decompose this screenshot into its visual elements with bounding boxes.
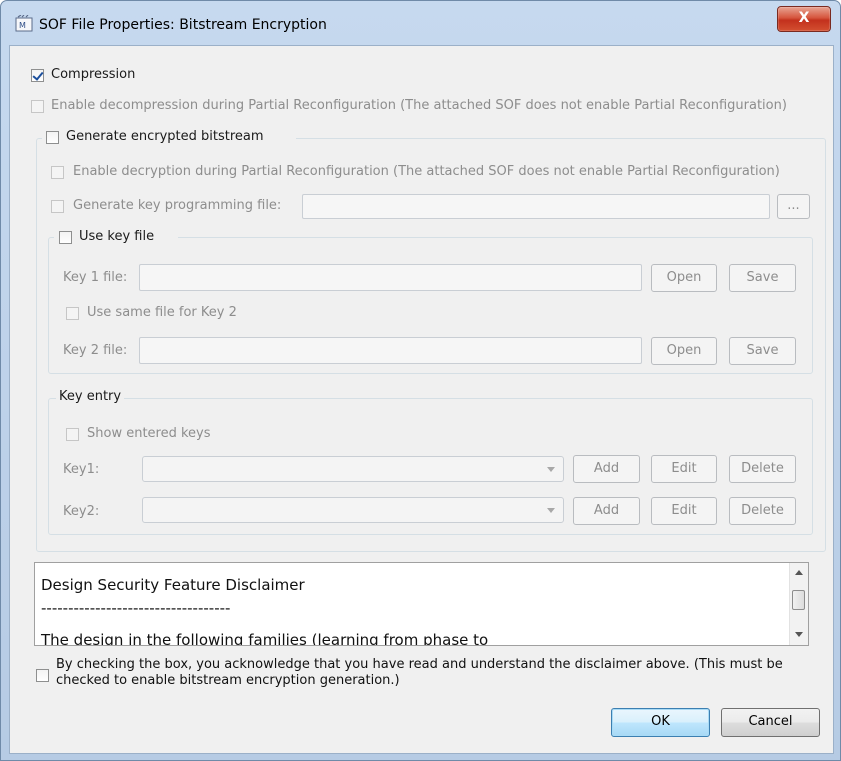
window-title: SOF File Properties: Bitstream Encryptio…	[39, 17, 327, 33]
use-key-file-checkbox[interactable]	[59, 231, 72, 244]
disclaimer-textarea[interactable]: Design Security Feature Disclaimer -----…	[34, 562, 809, 646]
show-keys-checkbox[interactable]	[66, 428, 79, 441]
close-button[interactable]: X	[777, 6, 831, 32]
key2-label: Key2:	[63, 504, 100, 519]
enable-decompression-checkbox[interactable]	[31, 100, 44, 113]
key1-file-field[interactable]	[139, 264, 642, 291]
key2-open-button[interactable]: Open	[651, 337, 717, 365]
key1-file-label: Key 1 file:	[63, 270, 128, 285]
key2-edit-button[interactable]: Edit	[651, 497, 717, 525]
key1-edit-button[interactable]: Edit	[651, 455, 717, 483]
enable-decryption-label: Enable decryption during Partial Reconfi…	[73, 164, 780, 179]
key-entry-legend: Key entry	[56, 389, 125, 404]
disclaimer-title: Design Security Feature Disclaimer	[41, 576, 305, 594]
dialog-body: Compression Enable decompression during …	[9, 45, 834, 754]
compression-label[interactable]: Compression	[51, 67, 135, 82]
encrypted-bitstream-legend: Generate encrypted bitstream	[42, 128, 296, 148]
disclaimer-body: The design in the following families (le…	[41, 631, 489, 646]
generate-encrypted-label[interactable]: Generate encrypted bitstream	[66, 129, 264, 144]
key2-file-label: Key 2 file:	[63, 343, 128, 358]
key1-delete-button[interactable]: Delete	[729, 455, 796, 483]
dropdown-arrow-icon	[547, 467, 555, 472]
disclaimer-scrollbar[interactable]	[789, 563, 808, 645]
key2-save-button[interactable]: Save	[729, 337, 796, 365]
scrollbar-thumb[interactable]	[792, 590, 805, 610]
generate-encrypted-checkbox[interactable]	[46, 131, 59, 144]
scroll-down-arrow-icon[interactable]	[795, 632, 803, 637]
dropdown-arrow-icon	[547, 508, 555, 513]
key-programming-checkbox[interactable]	[51, 200, 64, 213]
key2-add-button[interactable]: Add	[573, 497, 640, 525]
same-file-key2-label: Use same file for Key 2	[87, 305, 237, 320]
scroll-up-arrow-icon[interactable]	[795, 570, 803, 575]
ok-button[interactable]: OK	[611, 708, 710, 737]
acknowledge-label[interactable]: By checking the box, you acknowledge tha…	[56, 657, 816, 689]
enable-decompression-label: Enable decompression during Partial Reco…	[51, 98, 787, 113]
cancel-button[interactable]: Cancel	[721, 708, 820, 737]
key-file-legend: Use key file	[54, 227, 178, 247]
key2-file-field[interactable]	[139, 337, 642, 364]
key2-delete-button[interactable]: Delete	[729, 497, 796, 525]
key2-combo[interactable]	[142, 497, 564, 523]
key-programming-label: Generate key programming file:	[73, 198, 282, 213]
key-programming-field[interactable]	[302, 194, 770, 219]
title-bar[interactable]: M SOF File Properties: Bitstream Encrypt…	[1, 1, 840, 45]
app-icon: M	[15, 15, 33, 32]
key1-open-button[interactable]: Open	[651, 264, 717, 292]
key1-save-button[interactable]: Save	[729, 264, 796, 292]
key1-add-button[interactable]: Add	[573, 455, 640, 483]
compression-checkbox[interactable]	[31, 69, 44, 82]
show-keys-label: Show entered keys	[87, 426, 211, 441]
enable-decryption-checkbox[interactable]	[51, 166, 64, 179]
use-key-file-label[interactable]: Use key file	[79, 229, 154, 244]
svg-text:M: M	[19, 21, 26, 30]
acknowledge-checkbox[interactable]	[36, 669, 49, 682]
dialog-window: M SOF File Properties: Bitstream Encrypt…	[0, 0, 841, 761]
key1-combo[interactable]	[142, 456, 564, 482]
disclaimer-separator: -----------------------------------	[41, 599, 231, 617]
key1-label: Key1:	[63, 462, 100, 477]
browse-button[interactable]: ...	[777, 194, 810, 219]
same-file-key2-checkbox[interactable]	[66, 307, 79, 320]
